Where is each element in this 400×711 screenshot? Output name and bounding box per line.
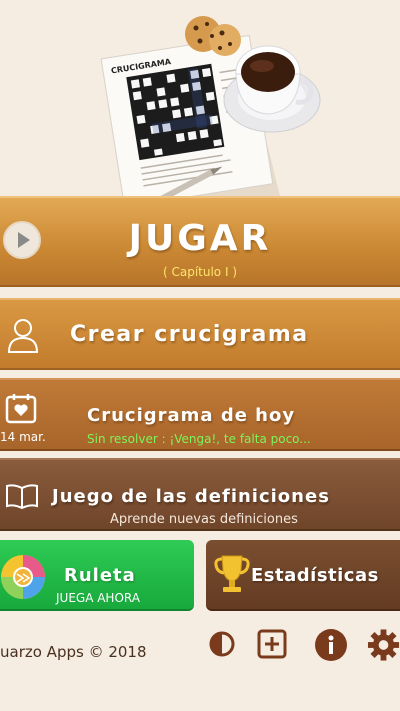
roulette-label: Ruleta bbox=[64, 565, 136, 586]
definitions-subtitle: Aprende nuevas definiciones bbox=[110, 512, 298, 527]
create-crossword-button[interactable]: Crear crucigrama bbox=[0, 298, 400, 370]
daily-crossword-button[interactable]: 14 mar. Crucigrama de hoy Sin resolver :… bbox=[0, 378, 400, 451]
book-icon bbox=[6, 484, 38, 510]
daily-status: Sin resolver : ¡Venga!, te falta poco... bbox=[87, 432, 311, 446]
definitions-game-button[interactable]: Juego de las definiciones Aprende nuevas… bbox=[0, 458, 400, 531]
calendar-heart-icon bbox=[5, 394, 37, 424]
play-button[interactable]: JUGAR ( Capítulo I ) bbox=[0, 196, 400, 287]
plus-box-icon[interactable] bbox=[256, 628, 288, 660]
create-crossword-label: Crear crucigrama bbox=[70, 322, 309, 347]
crossword-coffee-illustration: CRUCIGRAMA bbox=[100, 16, 321, 227]
statistics-label: Estadísticas bbox=[251, 565, 379, 586]
daily-date: 14 mar. bbox=[0, 430, 46, 444]
user-icon bbox=[7, 319, 39, 353]
roulette-subtitle: JUEGA AHORA bbox=[56, 591, 140, 605]
hero-illustration: CRUCIGRAMA bbox=[0, 0, 400, 227]
copyright-text: uarzo Apps © 2018 bbox=[0, 643, 147, 661]
info-icon[interactable] bbox=[314, 628, 348, 662]
roulette-button[interactable]: Ruleta JUEGA AHORA bbox=[0, 540, 194, 611]
contrast-icon[interactable] bbox=[208, 628, 236, 660]
statistics-button[interactable]: Estadísticas bbox=[206, 540, 400, 611]
play-button-label: JUGAR bbox=[128, 218, 272, 259]
chapter-label: ( Capítulo I ) bbox=[162, 265, 237, 279]
trophy-icon bbox=[214, 555, 250, 592]
settings-icon[interactable] bbox=[367, 628, 400, 662]
daily-crossword-label: Crucigrama de hoy bbox=[87, 405, 296, 426]
definitions-game-label: Juego de las definiciones bbox=[52, 486, 330, 507]
roulette-wheel-icon bbox=[1, 555, 45, 599]
